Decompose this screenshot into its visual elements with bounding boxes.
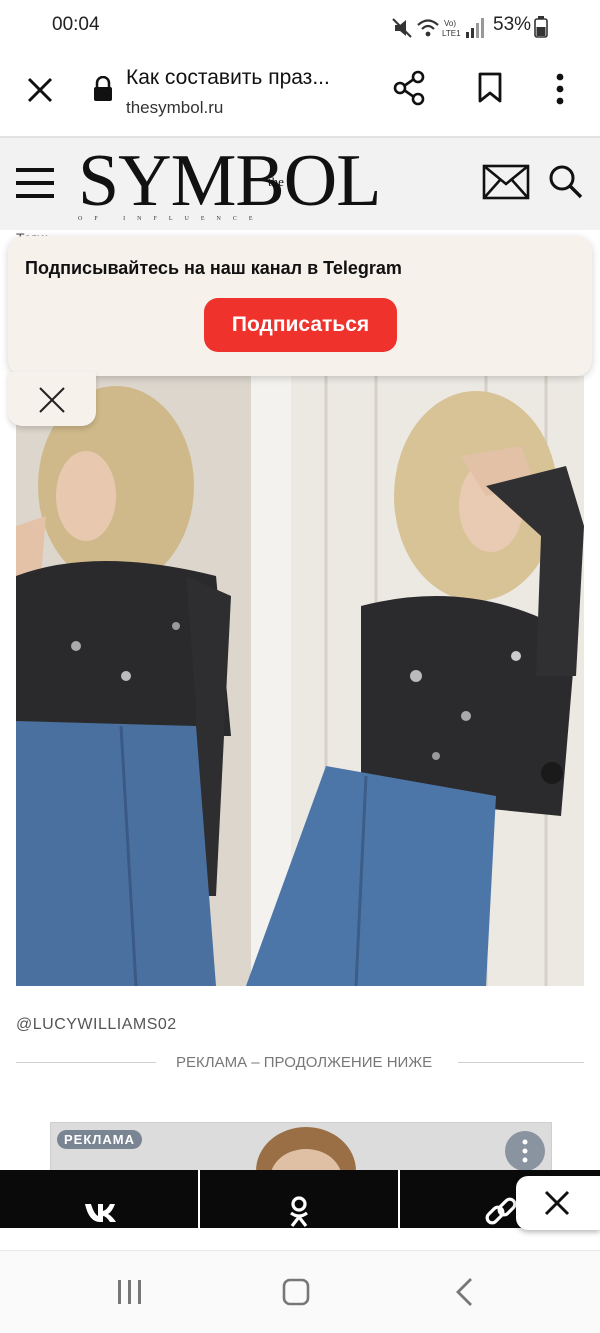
- site-logo-tagline: OF INFLUENCE: [78, 216, 265, 222]
- photo-illustration: [16, 376, 584, 986]
- svg-text:LTE1: LTE1: [442, 29, 461, 38]
- vk-icon: [85, 1204, 116, 1222]
- share-icon[interactable]: [392, 70, 428, 106]
- battery-percent: 53%: [493, 14, 532, 35]
- recent-apps-icon[interactable]: [116, 1278, 144, 1306]
- bookmark-icon[interactable]: [476, 72, 504, 104]
- page-domain[interactable]: thesymbol.ru: [126, 98, 223, 118]
- back-icon[interactable]: [454, 1277, 476, 1307]
- ad-more-icon: [522, 1139, 528, 1163]
- photo-credit[interactable]: @LUCYWILLIAMS02: [16, 1016, 177, 1034]
- mute-icon: [392, 18, 412, 38]
- home-icon[interactable]: [282, 1278, 310, 1306]
- telegram-popup-title: Подписывайтесь на наш канал в Telegram: [25, 258, 402, 278]
- system-nav-bar: [0, 1250, 600, 1333]
- close-icon: [544, 1190, 570, 1216]
- site-logo[interactable]: SYMBOL: [78, 144, 381, 218]
- odnoklassniki-icon: [290, 1196, 308, 1227]
- divider-right: [458, 1062, 584, 1063]
- browser-toolbar: Как составить праз... thesymbol.ru: [0, 56, 600, 138]
- close-icon: [39, 387, 65, 413]
- telegram-popup: Подписывайтесь на наш канал в Telegram П…: [8, 236, 592, 376]
- share-ok-button[interactable]: [200, 1170, 400, 1228]
- close-tab-icon[interactable]: [26, 76, 54, 104]
- wifi-icon: [417, 19, 439, 37]
- search-icon[interactable]: [548, 164, 584, 200]
- subscribe-button[interactable]: Подписаться: [204, 298, 397, 352]
- more-options-icon[interactable]: [554, 72, 566, 106]
- site-header: SYMBOL the OF INFLUENCE: [0, 138, 600, 230]
- ad-divider-text: РЕКЛАМА – ПРОДОЛЖЕНИЕ НИЖЕ: [176, 1054, 433, 1071]
- status-time: 00:04: [52, 14, 100, 35]
- page-title[interactable]: Как составить праз...: [126, 66, 330, 90]
- popup-close-button[interactable]: [8, 372, 96, 426]
- ad-badge: РЕКЛАМА: [57, 1130, 143, 1149]
- share-bar: [0, 1170, 600, 1228]
- share-bar-close-button[interactable]: [516, 1176, 600, 1230]
- signal-icon: [466, 18, 484, 38]
- status-bar: 00:04 Vo) LTE1 53%: [0, 0, 600, 56]
- battery-icon: [534, 16, 548, 38]
- article-photo: [16, 376, 584, 986]
- ad-options-button[interactable]: [505, 1131, 545, 1171]
- link-icon: [485, 1197, 517, 1225]
- lte-label-icon: Vo): [444, 19, 456, 28]
- mail-icon[interactable]: [482, 164, 530, 200]
- divider-left: [16, 1062, 156, 1063]
- site-logo-the: the: [268, 174, 284, 189]
- lock-icon: [94, 76, 112, 101]
- share-vk-button[interactable]: [0, 1170, 200, 1228]
- status-icons: Vo) LTE1: [392, 18, 484, 38]
- hamburger-menu-icon[interactable]: [16, 166, 54, 200]
